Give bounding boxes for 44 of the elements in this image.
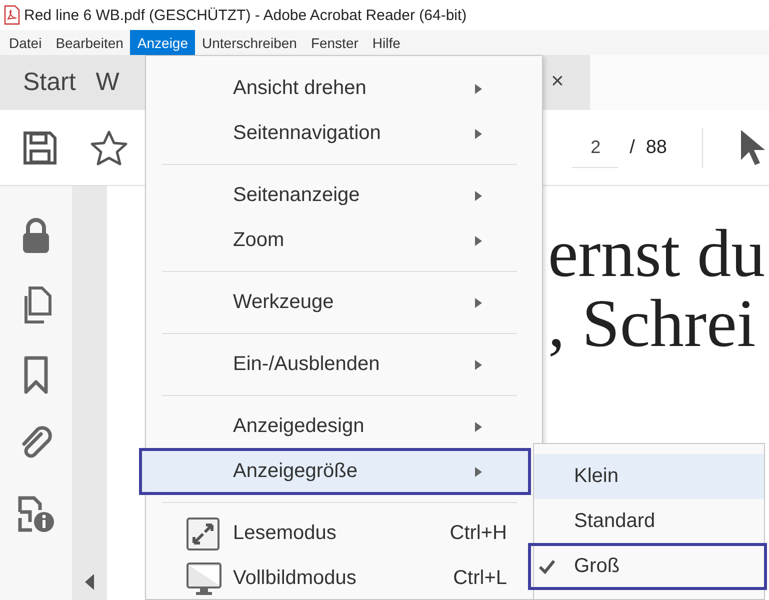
submenu-arrow-icon [475, 84, 482, 94]
menu-item[interactable]: Lesemodus Ctrl+H [146, 511, 530, 556]
menu-item[interactable]: Seitenanzeige [146, 173, 530, 218]
menu-item[interactable]: Fenster [304, 30, 366, 55]
menu-item[interactable]: Ansicht drehen [146, 66, 530, 111]
tab[interactable]: Start [0, 68, 76, 97]
star-icon[interactable] [90, 130, 128, 166]
submenu-arrow-icon [475, 360, 482, 370]
menu-item[interactable]: Groß [529, 544, 766, 589]
collapse-arrow-icon[interactable] [84, 574, 94, 590]
lock-icon[interactable] [21, 218, 51, 254]
submenu-arrow-icon [475, 422, 482, 432]
menu-item[interactable]: Zoom [146, 218, 530, 263]
menu-item[interactable]: Anzeige [130, 30, 195, 55]
bookmark-icon[interactable] [23, 356, 49, 394]
menu-item[interactable]: Bearbeiten [48, 30, 130, 55]
save-icon[interactable] [22, 130, 58, 166]
menu-item[interactable]: Anzeigedesign [146, 404, 530, 449]
document-text: ernst du [548, 218, 766, 288]
menu-item[interactable]: Klein [534, 454, 764, 499]
menu-item[interactable]: Unterschreiben [195, 30, 304, 55]
tab[interactable]: W [96, 68, 120, 97]
window-title: Red line 6 WB.pdf (GESCHÜTZT) - Adobe Acrobat Reader (64-bit) [24, 6, 467, 24]
submenu-arrow-icon [475, 466, 482, 476]
submenu-arrow-icon [475, 236, 482, 246]
menu-item[interactable]: Datei [2, 30, 49, 55]
submenu-arrow-icon [475, 298, 482, 308]
pdf-file-icon [4, 5, 20, 25]
expand-arrows-icon [186, 517, 222, 551]
file-info-icon[interactable] [16, 494, 56, 534]
menu-item[interactable]: Seitennavigation [146, 111, 530, 156]
menu-item[interactable]: Vollbildmodus Ctrl+L [146, 556, 530, 600]
menu-item[interactable]: Hilfe [365, 30, 408, 55]
submenu-arrow-icon [475, 128, 482, 138]
monitor-icon [186, 562, 222, 596]
document-text: , Schrei [548, 288, 756, 358]
close-tab-button[interactable]: × [551, 68, 564, 94]
menu-item[interactable]: Standard [534, 499, 764, 544]
menu-item[interactable]: Anzeigegröße [140, 449, 530, 494]
page-total: 88 [646, 136, 667, 158]
menu-item[interactable]: Werkzeuge [146, 280, 530, 325]
page-separator: / [630, 136, 635, 158]
submenu-arrow-icon [475, 190, 482, 200]
menu-item[interactable]: Ein-/Ausblenden [146, 342, 530, 387]
